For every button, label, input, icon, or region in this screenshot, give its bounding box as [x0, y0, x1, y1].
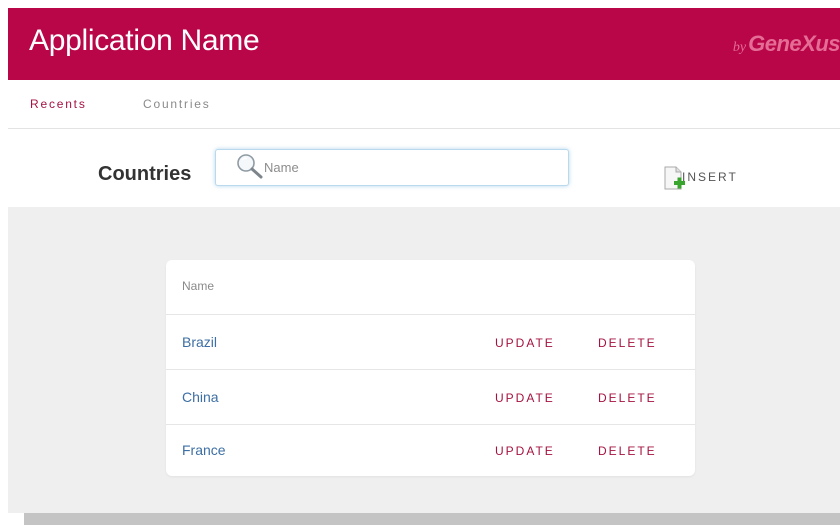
- insert-button[interactable]: INSERT: [663, 165, 753, 195]
- countries-table: Name Brazil UPDATE DELETE China UPDATE D…: [166, 260, 695, 476]
- search-input[interactable]: [264, 158, 554, 176]
- toolbar: Countries INSERT: [8, 129, 840, 207]
- table-row: France UPDATE DELETE: [166, 423, 695, 477]
- update-button[interactable]: UPDATE: [495, 444, 555, 458]
- country-name-link[interactable]: Brazil: [182, 334, 217, 350]
- table-row: China UPDATE DELETE: [166, 370, 695, 425]
- app-header: Application Name byGeneXus: [8, 8, 840, 80]
- brand-by-text: by: [732, 40, 747, 55]
- window-shadow: [24, 513, 840, 525]
- delete-button[interactable]: DELETE: [598, 444, 657, 458]
- country-name-link[interactable]: China: [182, 389, 219, 405]
- column-header-name[interactable]: Name: [182, 279, 214, 293]
- page-title: Countries: [98, 163, 192, 185]
- delete-button[interactable]: DELETE: [598, 336, 657, 350]
- insert-label: INSERT: [682, 170, 738, 184]
- app-title: Application Name: [29, 24, 260, 57]
- brand-logo: byGeneXus: [733, 31, 840, 57]
- delete-button[interactable]: DELETE: [598, 391, 657, 405]
- nav-item-recents[interactable]: Recents: [30, 97, 87, 111]
- brand-name-text: GeneXus: [748, 31, 840, 56]
- search-icon: [234, 152, 266, 180]
- country-name-link[interactable]: France: [182, 442, 226, 458]
- table-row: Brazil UPDATE DELETE: [166, 315, 695, 370]
- nav-item-countries[interactable]: Countries: [143, 97, 211, 111]
- update-button[interactable]: UPDATE: [495, 336, 555, 350]
- update-button[interactable]: UPDATE: [495, 391, 555, 405]
- table-header-row: Name: [166, 260, 695, 315]
- app-window: Application Name byGeneXus Recents Count…: [8, 8, 840, 513]
- nav-bar: Recents Countries: [8, 80, 840, 129]
- search-box[interactable]: [215, 149, 569, 186]
